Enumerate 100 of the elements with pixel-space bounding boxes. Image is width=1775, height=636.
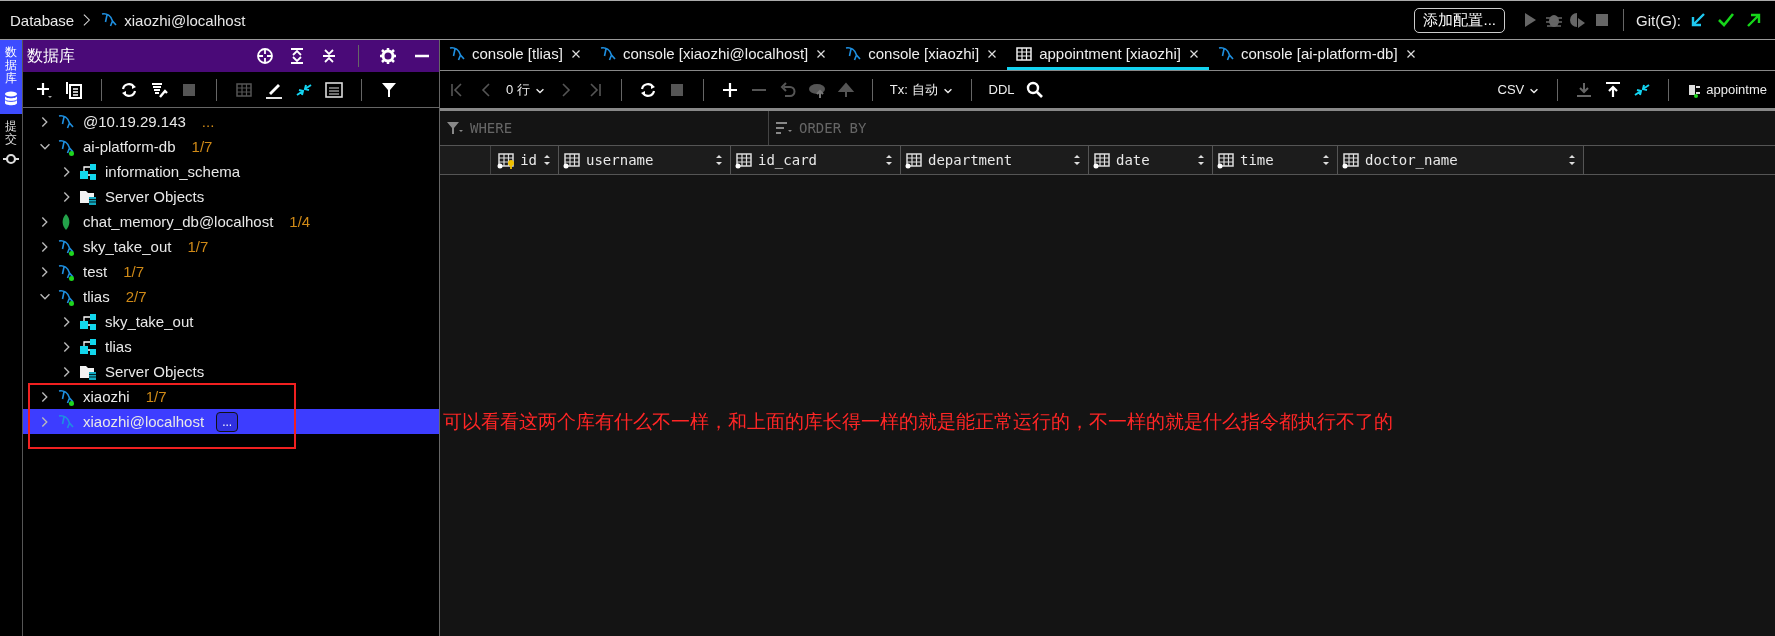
sort-arrows-icon[interactable] [714,153,724,167]
count-label: 2/7 [125,288,147,305]
column-header[interactable]: time [1213,146,1338,174]
dolphin-icon [57,412,75,431]
schema-icon [79,312,97,331]
count-label: 1/7 [187,238,209,255]
add-configuration-button[interactable]: 添加配置... [1414,7,1505,33]
sort-icon [775,119,793,137]
dolphin-icon [100,11,119,29]
coverage-icon[interactable] [1569,11,1587,29]
tree-item[interactable]: tlias [23,334,439,359]
copy-icon[interactable] [65,80,83,99]
count-label: 1/7 [191,138,213,155]
dolphin-icon [844,44,863,63]
dolphin-icon [57,237,75,256]
where-field[interactable]: WHERE [468,119,722,137]
database-icon [3,89,19,108]
tree-item[interactable]: xiaozhi@localhost ... [23,409,439,434]
dolphin-icon [57,287,75,306]
panel-title: 数据库 [27,45,76,66]
breadcrumb-item[interactable]: Database [10,11,75,29]
column-icon [1217,151,1235,169]
editor-tab[interactable]: console [xiaozhi@localhost] [590,40,837,70]
upload-icon[interactable] [1604,80,1623,99]
column-icon [905,151,923,169]
editor-tab[interactable]: console [tlias] [440,40,591,70]
refresh-icon[interactable] [120,80,138,99]
sort-arrows-icon[interactable] [1567,153,1577,167]
schema-icon [79,337,97,356]
revert-icon[interactable] [778,80,797,99]
tree-item[interactable]: ai-platform-db 1/7 [23,134,439,159]
dolphin-icon [57,262,75,281]
tree-item[interactable]: @10.19.29.143 ... [23,109,439,134]
git-label: Git(G): [1636,11,1681,29]
filter-icon [446,119,464,137]
download-icon[interactable] [1575,80,1594,99]
column-header[interactable]: date [1089,146,1213,174]
schema-icon [79,162,97,181]
column-icon [1342,151,1360,169]
tree-item[interactable]: Server Objects [23,184,439,209]
tree-item[interactable]: xiaozhi 1/7 [23,384,439,409]
count-label: 1/7 [123,263,145,280]
table-icon [1015,44,1034,63]
count-label: 1/4 [289,213,311,230]
collapse-all-icon[interactable] [320,47,338,65]
transaction-dropdown[interactable]: Tx: 自动 [889,80,954,99]
dolphin-icon [1216,44,1235,63]
submit-icon[interactable] [836,80,855,99]
tree-item[interactable]: chat_memory_db@localhost 1/4 [23,209,439,234]
expand-all-icon[interactable] [288,47,306,65]
tree-item[interactable]: sky_take_out [23,309,439,334]
commit-check-icon[interactable] [1715,11,1737,29]
dolphin-icon [598,44,617,63]
order-by-field[interactable]: ORDER BY [797,119,1051,137]
add-row-icon[interactable] [720,80,739,99]
sort-arrows-icon[interactable] [884,153,894,167]
breadcrumb-item[interactable]: xiaozhi@localhost [124,11,246,29]
refresh-icon[interactable] [638,80,657,99]
row-count-dropdown[interactable]: 0 行 [506,80,546,99]
key-column-icon [497,151,516,169]
more-button[interactable]: ... [216,411,239,432]
column-header[interactable]: id_card [731,146,901,174]
side-tab[interactable]: 数据库 [0,40,22,114]
sort-arrows-icon[interactable] [1072,153,1082,167]
column-header[interactable]: id [491,146,559,174]
stop-icon[interactable] [1593,11,1611,29]
tree-item[interactable]: sky_take_out 1/7 [23,234,439,259]
dolphin-icon [57,112,75,131]
editor-tab[interactable]: console [xiaozhi] [836,40,1008,70]
count-label: ... [201,113,215,130]
tree-item[interactable]: Server Objects [23,359,439,384]
count-label: 1/7 [145,388,167,405]
add-icon[interactable] [35,80,53,99]
search-icon[interactable] [1025,80,1044,99]
table-icon[interactable] [235,80,253,99]
query-console-icon[interactable] [325,80,343,99]
format-dropdown[interactable]: CSV [1497,82,1541,97]
column-header[interactable]: doctor_name [1338,146,1584,174]
sort-arrows-icon[interactable] [1196,153,1206,167]
editor-tab[interactable]: console [ai-platform-db] [1208,40,1426,70]
sort-arrows-icon[interactable] [1321,153,1331,167]
column-header[interactable]: username [559,146,731,174]
column-icon [563,151,581,169]
data-source-label[interactable]: appointme [1686,80,1767,99]
crosshair-icon[interactable] [256,47,274,65]
tree-item[interactable]: test 1/7 [23,259,439,284]
tree-item[interactable]: information_schema [23,159,439,184]
filter-icon[interactable] [380,80,398,99]
sort-arrows-icon[interactable] [542,153,552,167]
side-tab[interactable]: 提交 [0,113,22,174]
column-header[interactable]: department [901,146,1089,174]
column-icon [1093,151,1111,169]
ddl-button[interactable]: DDL [988,82,1015,97]
column-icon [735,151,753,169]
annotation-text: 可以看看这两个库有什么不一样，和上面的库长得一样的就是能正常运行的，不一样的就是什么指令都执行不了的 [443,410,1393,434]
settings-icon[interactable] [379,47,397,65]
database-tools-icon[interactable] [150,80,168,99]
tree-item[interactable]: tlias 2/7 [23,284,439,309]
dolphin-icon [57,137,75,156]
dolphin-icon [57,387,75,406]
